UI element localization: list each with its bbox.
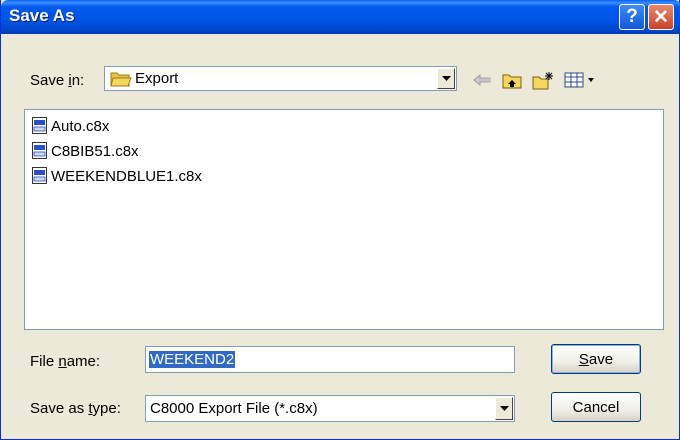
view-menu-button[interactable] bbox=[561, 68, 601, 92]
list-item[interactable]: C8BIB51.c8x bbox=[32, 140, 139, 162]
cancel-button[interactable]: Cancel bbox=[551, 392, 641, 422]
chevron-down-icon bbox=[441, 75, 451, 81]
save-in-value: Export bbox=[135, 70, 179, 87]
close-icon: ✕ bbox=[653, 6, 669, 28]
file-list[interactable]: Auto.c8x C8BIB51.c8x WEEKENDBLUE1.c8x bbox=[24, 109, 664, 330]
file-name-label: File name: bbox=[30, 353, 101, 370]
save-button[interactable]: Save bbox=[551, 344, 641, 374]
up-folder-icon bbox=[502, 74, 522, 88]
chevron-down-icon bbox=[499, 405, 509, 411]
folder-icon bbox=[110, 70, 132, 91]
c8x-file-icon bbox=[32, 142, 48, 160]
help-icon: ? bbox=[626, 6, 638, 27]
save-in-label: Save in: bbox=[30, 72, 85, 89]
list-item[interactable]: WEEKENDBLUE1.c8x bbox=[32, 165, 202, 187]
create-new-folder-button[interactable] bbox=[529, 68, 557, 92]
save-as-type-value: C8000 Export File (*.c8x) bbox=[150, 400, 318, 417]
c8x-file-icon bbox=[32, 167, 48, 185]
save-in-dropdown-arrow[interactable] bbox=[437, 68, 455, 89]
new-folder-icon bbox=[532, 71, 553, 89]
save-as-type-dropdown[interactable]: C8000 Export File (*.c8x) bbox=[145, 395, 515, 422]
up-one-level-button[interactable] bbox=[499, 68, 525, 92]
file-name: C8BIB51.c8x bbox=[51, 142, 139, 160]
file-name: Auto.c8x bbox=[51, 117, 110, 135]
save-button-label: Save bbox=[578, 350, 614, 368]
save-as-type-dropdown-arrow[interactable] bbox=[495, 397, 513, 420]
save-as-type-label: Save as type: bbox=[30, 400, 121, 417]
list-item[interactable]: Auto.c8x bbox=[32, 115, 109, 137]
title-bar[interactable]: Save As ? ✕ bbox=[1, 0, 680, 34]
save-as-dialog: Save As ? ✕ Save in: Export Auto.c8x C8B… bbox=[0, 0, 680, 440]
back-arrow-icon bbox=[473, 73, 491, 87]
save-in-dropdown[interactable]: Export bbox=[104, 66, 457, 91]
c8x-file-icon bbox=[32, 117, 48, 135]
file-name: WEEKENDBLUE1.c8x bbox=[51, 167, 202, 185]
cancel-button-label: Cancel bbox=[572, 398, 620, 416]
back-button[interactable] bbox=[469, 68, 495, 92]
close-button[interactable]: ✕ bbox=[648, 4, 674, 30]
file-name-value: WEEKEND2 bbox=[149, 351, 236, 368]
help-button[interactable]: ? bbox=[619, 4, 645, 30]
window-title: Save As bbox=[9, 6, 75, 25]
view-menu-icon bbox=[564, 72, 594, 88]
file-name-input[interactable]: WEEKEND2 bbox=[145, 346, 515, 373]
